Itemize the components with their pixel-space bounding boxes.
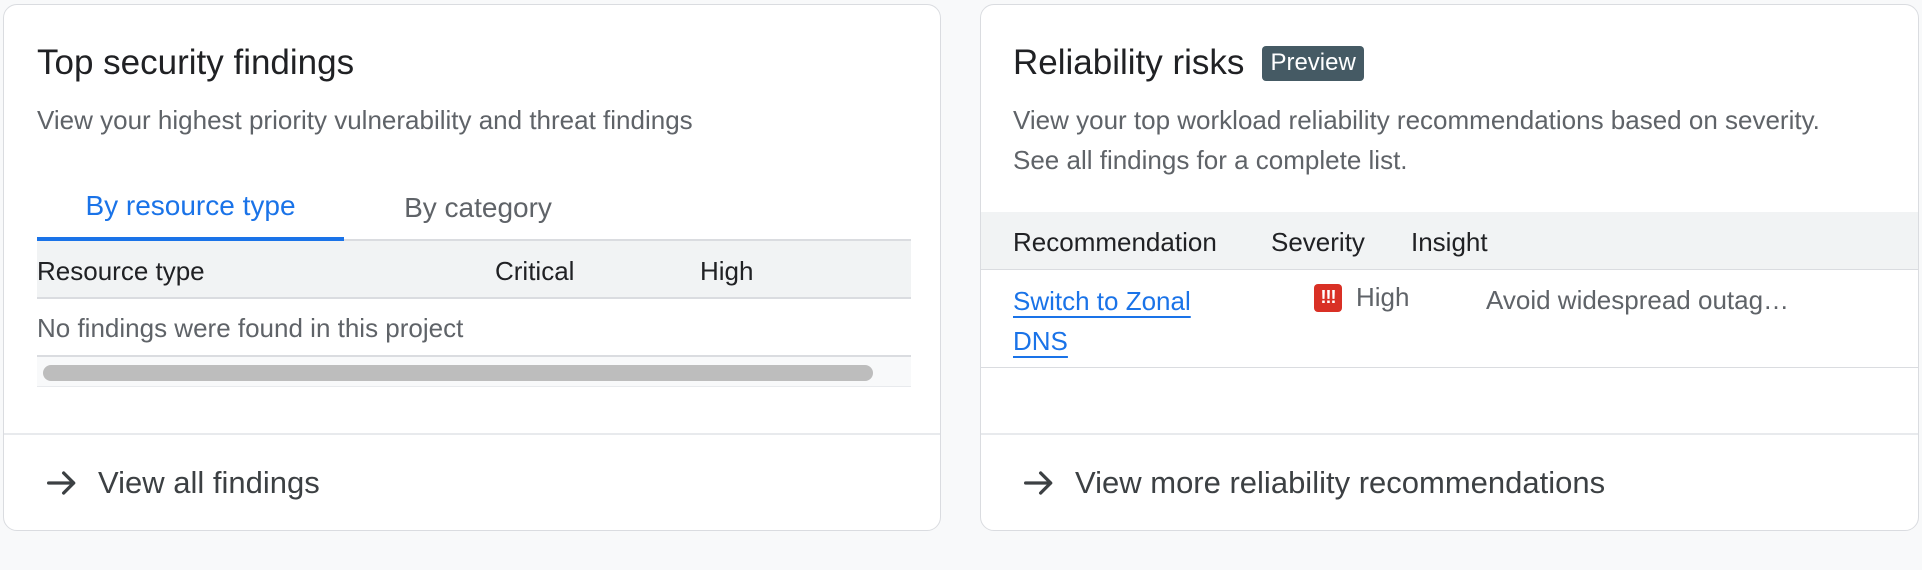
- severity-label: High: [1356, 282, 1410, 312]
- empty-message: No findings were found in this project: [37, 313, 464, 343]
- column-header-high[interactable]: High: [700, 256, 753, 287]
- table-header: Resource type Critical High: [37, 241, 911, 299]
- insight-text: Avoid widespread outag…: [1486, 285, 1790, 315]
- empty-row: No findings were found in this project: [37, 299, 911, 357]
- view-all-findings-link[interactable]: View all findings: [4, 433, 940, 530]
- reliability-risks-card: Reliability risks Preview View your top …: [980, 4, 1919, 531]
- tab-by-category[interactable]: By category: [383, 175, 573, 241]
- footer-link-label: View more reliability recommendations: [1075, 465, 1606, 500]
- recommendation-link[interactable]: Switch to Zonal DNS: [1013, 281, 1233, 361]
- findings-tabs: By resource type By category: [37, 175, 911, 241]
- column-header-severity[interactable]: Severity: [1271, 227, 1365, 258]
- security-findings-card: Top security findings View your highest …: [3, 4, 941, 531]
- card-description: View your highest priority vulnerability…: [37, 105, 693, 135]
- arrow-right-icon: [47, 471, 76, 495]
- column-header-critical[interactable]: Critical: [495, 256, 574, 287]
- recommendations-table: Recommendation Severity Insight Switch t…: [981, 212, 1918, 368]
- card-description: View your top workload reliability recom…: [1013, 105, 1820, 175]
- tab-by-resource-type[interactable]: By resource type: [37, 175, 344, 241]
- card-title: Top security findings: [37, 43, 355, 82]
- severity-cell: !!! High: [1314, 282, 1409, 313]
- view-more-recommendations-link[interactable]: View more reliability recommendations: [981, 433, 1918, 530]
- findings-table: Resource type Critical High No findings …: [37, 241, 911, 387]
- column-header-insight[interactable]: Insight: [1411, 227, 1488, 258]
- card-title-text: Reliability risks: [1013, 43, 1245, 82]
- column-header-recommendation[interactable]: Recommendation: [1013, 227, 1217, 258]
- arrow-right-icon: [1024, 471, 1053, 495]
- preview-badge: Preview: [1262, 45, 1364, 81]
- scrollbar-thumb[interactable]: [43, 365, 873, 381]
- horizontal-scrollbar[interactable]: [37, 357, 911, 387]
- footer-link-label: View all findings: [98, 465, 320, 500]
- severity-high-icon: !!!: [1314, 283, 1342, 312]
- table-row: Switch to Zonal DNS !!! High Avoid wides…: [981, 270, 1918, 368]
- table-header: Recommendation Severity Insight: [981, 212, 1918, 270]
- column-header-resource-type[interactable]: Resource type: [37, 256, 205, 287]
- card-title: Reliability risks Preview: [1013, 43, 1364, 83]
